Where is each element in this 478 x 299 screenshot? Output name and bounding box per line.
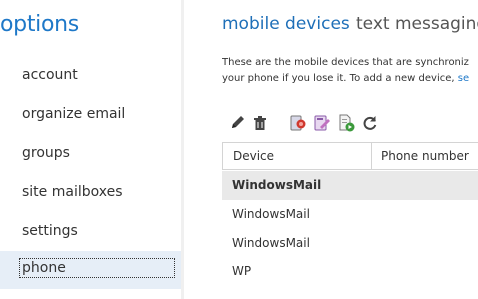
tab-text-messaging[interactable]: text messaging — [356, 14, 478, 34]
export-log-icon[interactable] — [336, 113, 356, 133]
nav-item-label: organize email — [22, 106, 126, 122]
wipe-icon[interactable] — [312, 113, 332, 133]
nav-item-organize-email[interactable]: organize email — [0, 99, 181, 129]
description-text: These are the mobile devices that are sy… — [222, 55, 478, 87]
nav-item-phone[interactable]: phone — [0, 251, 181, 289]
table-row[interactable]: WP — [222, 257, 478, 286]
delete-icon[interactable] — [250, 113, 270, 133]
refresh-icon[interactable] — [360, 113, 380, 133]
device-name-cell: WindowsMail — [232, 178, 322, 192]
nav-item-label: groups — [22, 145, 70, 161]
nav-item-site-mailboxes[interactable]: site mailboxes — [0, 177, 181, 207]
column-header-phone-number[interactable]: Phone number — [381, 143, 469, 169]
description-line-2: your phone if you lose it. To add a new … — [222, 73, 458, 84]
options-sidebar: options account organize email groups si… — [0, 0, 181, 299]
nav-item-label: phone — [19, 258, 175, 278]
column-header-device[interactable]: Device — [233, 143, 274, 169]
description-link[interactable]: se — [458, 73, 469, 84]
block-icon[interactable] — [288, 113, 308, 133]
nav-item-settings[interactable]: settings — [0, 216, 181, 246]
options-title: options — [0, 12, 79, 37]
nav-item-label: settings — [22, 223, 78, 239]
description-line-1: These are the mobile devices that are sy… — [222, 57, 469, 68]
nav-item-account[interactable]: account — [0, 60, 181, 90]
device-name-cell: WindowsMail — [232, 236, 310, 250]
table-row[interactable]: WindowsMail — [222, 229, 478, 258]
tab-mobile-devices[interactable]: mobile devices — [222, 14, 350, 34]
column-separator — [371, 143, 372, 169]
table-row[interactable]: WindowsMail — [222, 200, 478, 229]
main-panel: mobile devices text messaging These are … — [184, 0, 478, 299]
nav-item-groups[interactable]: groups — [0, 138, 181, 168]
device-name-cell: WP — [232, 264, 252, 278]
device-name-cell: WindowsMail — [232, 207, 310, 221]
table-header: Device Phone number — [222, 142, 478, 170]
table-row[interactable]: WindowsMail — [222, 171, 478, 200]
edit-icon[interactable] — [228, 113, 248, 133]
nav-item-label: site mailboxes — [22, 184, 123, 200]
nav-item-label: account — [22, 67, 78, 83]
